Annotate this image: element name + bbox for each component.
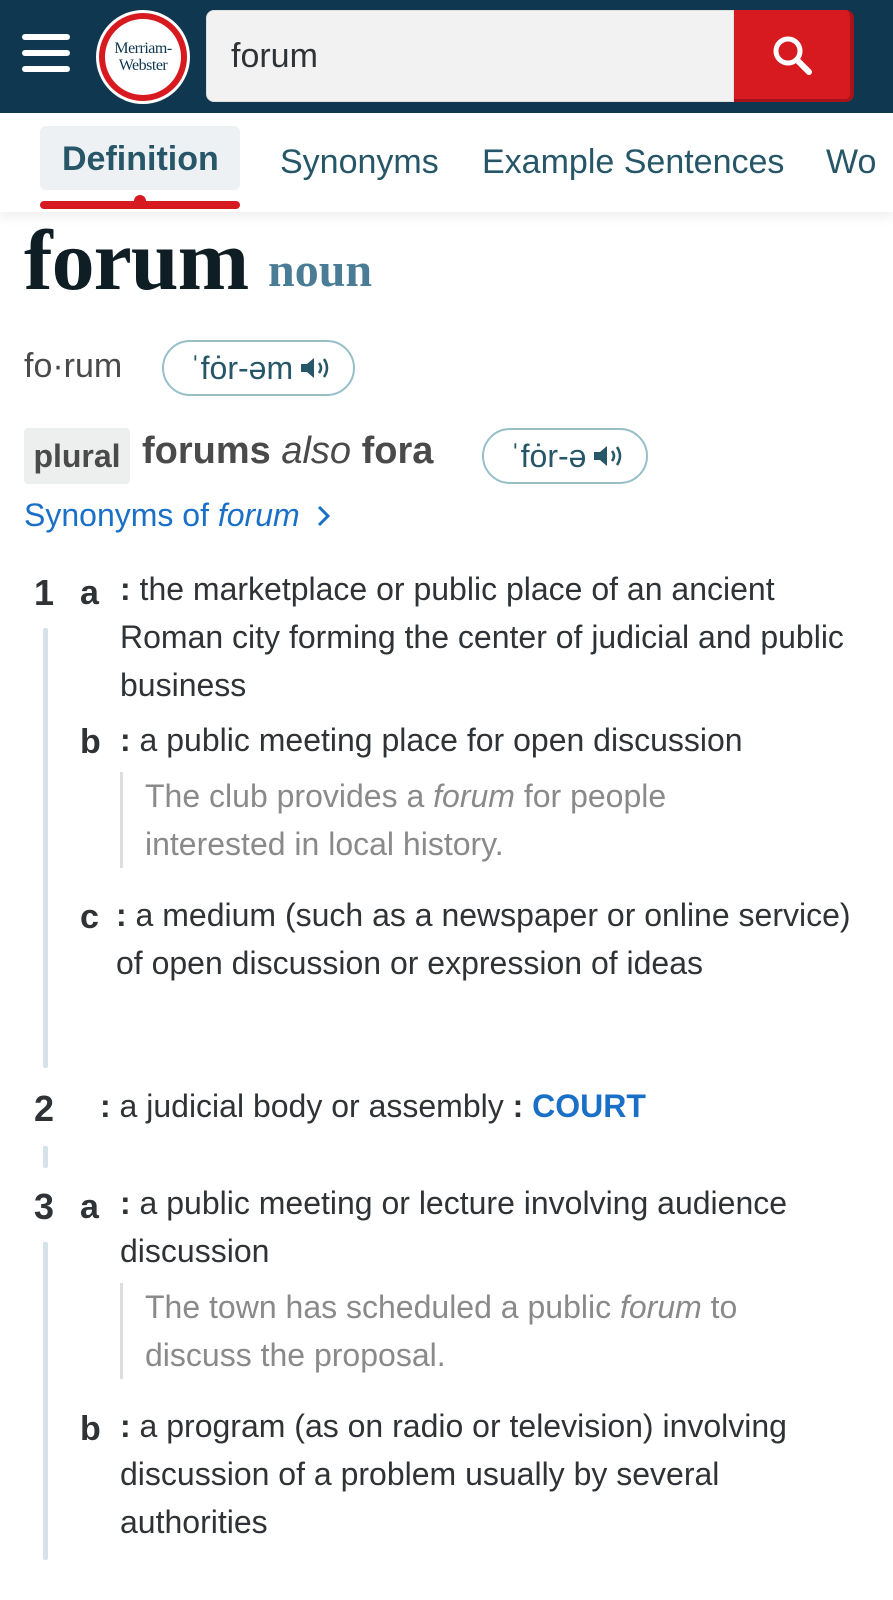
tab-definition[interactable]: Definition (62, 140, 219, 179)
sense-1b-definition: : a public meeting place for open discus… (120, 722, 743, 758)
sense-3b-text: a program (as on radio or television) in… (120, 1408, 787, 1540)
chevron-right-icon (317, 505, 330, 527)
tab-active-indicator (40, 195, 240, 209)
sense-1b-text: a public meeting place for open discussi… (139, 722, 743, 758)
site-header: Merriam- Webster (0, 0, 893, 113)
syllables: fo·rum (24, 347, 123, 385)
sense-number-1: 1 (34, 572, 55, 613)
plural-form-2: fora (361, 430, 434, 472)
sense-3a-text: a public meeting or lecture involving au… (120, 1185, 788, 1269)
sense-2-definition: : a judicial body or assembly : COURT (100, 1088, 646, 1124)
plural-pronunciation-button[interactable]: ˈfȯr-ə (482, 428, 649, 484)
sense-1b-example-word: forum (433, 778, 515, 814)
plural-also: also (281, 430, 352, 472)
tab-synonyms[interactable]: Synonyms (280, 143, 439, 182)
sense-2-text: a judicial body or assembly (119, 1088, 504, 1124)
merriam-webster-logo[interactable]: Merriam- Webster (96, 10, 190, 104)
sense-3b-definition: : a program (as on radio or television) … (120, 1408, 787, 1540)
search-button[interactable] (734, 10, 854, 102)
sense-3a-example-pre: The town has scheduled a public (145, 1289, 612, 1325)
speaker-icon (594, 446, 622, 466)
sense-1c-text: a medium (such as a newspaper or online … (116, 897, 851, 981)
headword: forum (24, 212, 249, 308)
sense-1-divider (43, 628, 48, 1068)
search-box (206, 10, 734, 102)
tab-more[interactable]: Wo (826, 143, 876, 182)
sense-3a-definition: : a public meeting or lecture involving … (120, 1185, 788, 1269)
synonyms-link-prefix: Synonyms of (24, 497, 209, 533)
sense-2-divider (43, 1146, 48, 1168)
sense-3a-example: The town has scheduled a public forum to… (120, 1283, 820, 1379)
sense-1c-letter: c (80, 898, 99, 936)
sense-1b-example-pre: The club provides a (145, 778, 425, 814)
sense-3-divider (43, 1242, 48, 1560)
plural-pronunciation-text: ˈfȯr-ə (510, 437, 587, 474)
sense-1c-definition: : a medium (such as a newspaper or onlin… (116, 897, 851, 981)
sense-number-2: 2 (34, 1088, 55, 1129)
plural-label: plural (24, 428, 130, 484)
synonyms-link-word: forum (217, 497, 300, 533)
logo-text: Merriam- Webster (105, 19, 181, 95)
sense-1a-letter: a (80, 574, 99, 612)
logo-line2: Webster (118, 57, 168, 74)
sense-1b-example: The club provides a forum for people int… (120, 772, 780, 868)
court-link[interactable]: COURT (532, 1088, 646, 1124)
search-input[interactable] (231, 11, 721, 101)
pronunciation-button[interactable]: ˈfȯr-əm (162, 340, 356, 396)
plural-forms: forums also fora (142, 430, 433, 473)
sense-1a-definition: : the marketplace or public place of an … (120, 571, 844, 703)
sense-1a-text: the marketplace or public place of an an… (120, 571, 844, 703)
search-icon (773, 36, 812, 75)
sense-3a-example-word: forum (619, 1289, 702, 1325)
tab-example-sentences[interactable]: Example Sentences (482, 143, 784, 182)
speaker-icon (301, 358, 329, 378)
sense-3b-letter: b (80, 1410, 101, 1448)
entry-tabs: Definition Synonyms Example Sentences Wo (0, 113, 893, 212)
menu-icon[interactable] (22, 34, 72, 76)
logo-line1: Merriam- (114, 40, 172, 57)
plural-form-1: forums (142, 430, 271, 472)
part-of-speech: noun (268, 244, 373, 297)
sense-number-3: 3 (34, 1186, 55, 1227)
sense-3a-letter: a (80, 1188, 99, 1226)
sense-1b-letter: b (80, 723, 101, 761)
synonyms-link[interactable]: Synonyms of forum (24, 497, 333, 534)
pronunciation-text: ˈfȯr-əm (190, 349, 294, 386)
